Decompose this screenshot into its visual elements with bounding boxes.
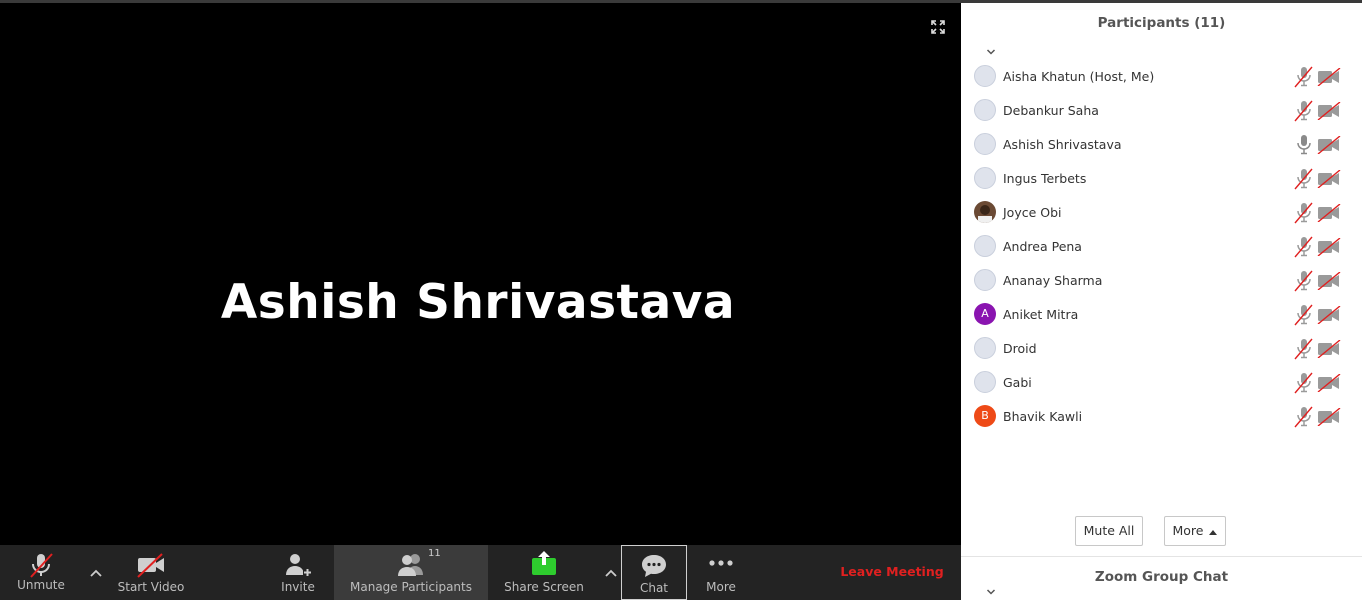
participant-row[interactable]: Droid (961, 331, 1362, 365)
group-chat-title: Zoom Group Chat (1094, 569, 1229, 585)
collapse-participants-chevron-down-icon[interactable] (986, 41, 996, 60)
participant-name: Bhavik Kawli (1003, 409, 1083, 424)
participant-row[interactable]: B Bhavik Kawli (961, 399, 1362, 433)
mic-icon[interactable] (1294, 134, 1314, 160)
default-avatar-icon (974, 371, 996, 393)
default-avatar-icon (974, 65, 996, 87)
default-avatar-icon (974, 133, 996, 155)
panel-more-label: More (1172, 523, 1204, 538)
muted-mic-icon[interactable] (1294, 66, 1314, 92)
share-screen-icon (530, 549, 558, 580)
chat-button[interactable]: Chat (621, 545, 687, 600)
video-area: Ashish Shrivastava (0, 3, 961, 545)
unmute-label: Unmute (17, 578, 65, 592)
avatar: B (974, 405, 996, 427)
participants-icon (394, 551, 428, 582)
video-off-icon[interactable] (1317, 237, 1341, 260)
manage-participants-button[interactable]: 11 Manage Participants (334, 545, 488, 600)
participant-row[interactable]: Joyce Obi (961, 195, 1362, 229)
participant-row[interactable]: Aisha Khatun (Host, Me) (961, 59, 1362, 93)
participant-row[interactable]: Ananay Sharma (961, 263, 1362, 297)
video-off-icon[interactable] (1317, 373, 1341, 396)
default-avatar-icon (974, 235, 996, 257)
muted-mic-icon[interactable] (1294, 338, 1314, 364)
meeting-toolbar: Unmute Start Video Invite 11 Manage Part… (0, 545, 961, 600)
participant-row[interactable]: A Aniket Mitra (961, 297, 1362, 331)
add-person-icon (283, 551, 313, 582)
participant-row[interactable]: Ingus Terbets (961, 161, 1362, 195)
active-speaker-name: Ashish Shrivastava (220, 275, 736, 330)
video-off-icon[interactable] (1317, 407, 1341, 430)
participant-row[interactable]: Gabi (961, 365, 1362, 399)
invite-button[interactable]: Invite (266, 545, 330, 600)
video-off-icon (135, 551, 167, 582)
panel-divider (961, 556, 1362, 557)
muted-mic-icon[interactable] (1294, 100, 1314, 126)
muted-mic-icon[interactable] (1294, 168, 1314, 194)
video-off-icon[interactable] (1317, 101, 1341, 124)
collapse-chat-chevron-down-icon[interactable] (986, 581, 996, 600)
video-off-icon[interactable] (1317, 271, 1341, 294)
avatar: A (974, 303, 996, 325)
manage-participants-label: Manage Participants (350, 580, 472, 594)
participant-name: Andrea Pena (1003, 239, 1082, 254)
participant-row[interactable]: Andrea Pena (961, 229, 1362, 263)
muted-mic-icon[interactable] (1294, 406, 1314, 432)
muted-mic-icon[interactable] (1294, 304, 1314, 330)
invite-label: Invite (281, 580, 315, 594)
participant-name: Ashish Shrivastava (1003, 137, 1122, 152)
fullscreen-icon[interactable] (931, 19, 945, 34)
video-off-icon[interactable] (1317, 67, 1341, 90)
video-off-icon[interactable] (1317, 135, 1341, 158)
participant-name: Debankur Saha (1003, 103, 1099, 118)
video-off-icon[interactable] (1317, 339, 1341, 362)
participant-name: Joyce Obi (1003, 205, 1062, 220)
share-options-caret-icon[interactable] (604, 563, 620, 577)
default-avatar-icon (974, 269, 996, 291)
more-dots-icon (706, 551, 736, 582)
muted-mic-icon[interactable] (1294, 202, 1314, 228)
unmute-button[interactable]: Unmute (8, 545, 74, 600)
start-video-button[interactable]: Start Video (114, 545, 188, 600)
default-avatar-icon (974, 337, 996, 359)
video-off-icon[interactable] (1317, 203, 1341, 226)
caret-up-icon (1209, 530, 1218, 535)
participant-row[interactable]: Ashish Shrivastava (961, 127, 1362, 161)
mute-all-button[interactable]: Mute All (1075, 516, 1143, 546)
participant-name: Droid (1003, 341, 1037, 356)
video-off-icon[interactable] (1317, 169, 1341, 192)
chat-bubble-icon (640, 552, 668, 583)
default-avatar-icon (974, 167, 996, 189)
participants-panel: Participants (11) Aisha Khatun (Host, Me… (961, 3, 1362, 600)
participant-name: Ingus Terbets (1003, 171, 1087, 186)
muted-mic-icon[interactable] (1294, 236, 1314, 262)
avatar-photo (974, 201, 996, 223)
default-avatar-icon (974, 99, 996, 121)
muted-mic-icon[interactable] (1294, 270, 1314, 296)
audio-options-caret-icon[interactable] (89, 563, 105, 577)
muted-mic-icon[interactable] (1294, 372, 1314, 398)
participant-row[interactable]: Debankur Saha (961, 93, 1362, 127)
video-off-icon[interactable] (1317, 305, 1341, 328)
start-video-label: Start Video (117, 580, 185, 594)
participant-name: Gabi (1003, 375, 1032, 390)
participant-count-badge: 11 (428, 548, 441, 559)
participant-name: Aisha Khatun (Host, Me) (1003, 69, 1155, 84)
participant-name: Aniket Mitra (1003, 307, 1079, 322)
participants-title: Participants (11) (1097, 15, 1226, 31)
panel-more-button[interactable]: More (1164, 516, 1226, 546)
chat-label: Chat (639, 581, 669, 595)
leave-meeting-button[interactable]: Leave Meeting (838, 564, 946, 579)
more-button[interactable]: More (695, 545, 747, 600)
share-screen-label: Share Screen (504, 580, 584, 594)
participant-name: Ananay Sharma (1003, 273, 1103, 288)
share-screen-button[interactable]: Share Screen (500, 545, 588, 600)
more-label: More (706, 580, 736, 594)
